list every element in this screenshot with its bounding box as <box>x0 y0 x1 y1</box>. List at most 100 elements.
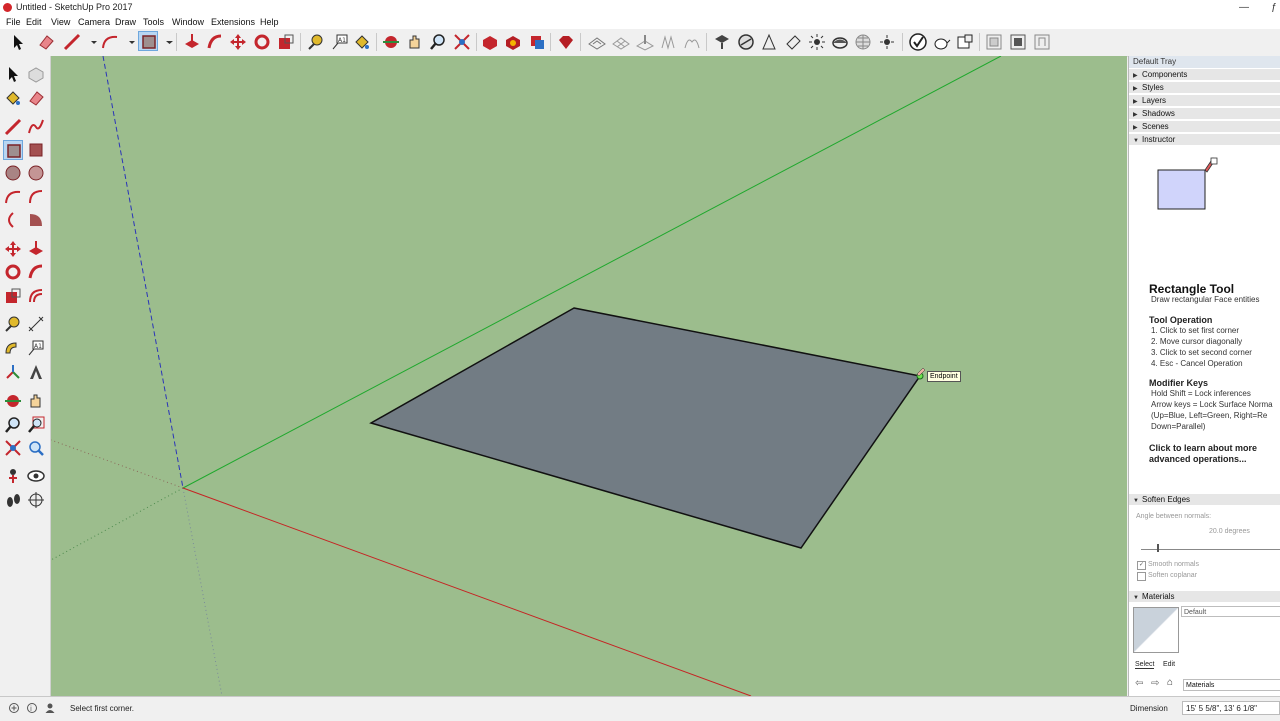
pan-icon[interactable] <box>26 391 46 411</box>
shadows-icon[interactable] <box>830 32 850 52</box>
user-icon[interactable] <box>44 702 56 714</box>
teapot-icon[interactable] <box>931 32 951 52</box>
forward-arrow-icon[interactable]: ⇨ <box>1151 678 1159 689</box>
intersect-icon[interactable] <box>1008 32 1028 52</box>
push-pull-icon[interactable] <box>182 32 202 52</box>
panel-instructor[interactable]: ▼ Instructor <box>1129 134 1280 146</box>
rotate-icon[interactable] <box>3 262 23 282</box>
display-section-planes-icon[interactable] <box>783 32 803 52</box>
tape-measure-icon[interactable] <box>306 32 326 52</box>
offset-icon[interactable] <box>26 286 46 306</box>
arc-icon[interactable] <box>3 187 23 207</box>
dropdown-arrow-icon[interactable] <box>160 32 173 52</box>
rotated-rectangle-icon[interactable] <box>26 140 46 160</box>
panel-styles[interactable]: ▶ Styles <box>1129 82 1280 94</box>
select-icon[interactable] <box>3 64 23 84</box>
menu-window[interactable]: Window <box>172 17 204 27</box>
extension-warehouse-icon[interactable] <box>503 32 523 52</box>
line-icon[interactable] <box>3 117 23 137</box>
drawing-viewport[interactable]: Endpoint <box>51 56 1127 696</box>
section-plane-icon[interactable] <box>26 490 46 510</box>
circle-icon[interactable] <box>3 163 23 183</box>
2-point-arc-icon[interactable] <box>26 187 46 207</box>
orbit-icon[interactable] <box>3 391 23 411</box>
orbit-icon[interactable] <box>381 32 401 52</box>
panel-materials[interactable]: ▼ Materials <box>1129 591 1280 603</box>
follow-me-icon[interactable] <box>26 262 46 282</box>
tab-select[interactable]: Select <box>1135 661 1155 669</box>
menu-help[interactable]: Help <box>260 17 279 27</box>
advanced-operations-link[interactable]: Click to learn about more advanced opera… <box>1149 443 1279 465</box>
scale-icon[interactable] <box>276 32 296 52</box>
look-around-icon[interactable] <box>26 466 46 486</box>
smoove-icon[interactable] <box>635 32 655 52</box>
arc-icon[interactable] <box>100 32 120 52</box>
3d-text-icon[interactable] <box>26 362 46 382</box>
walk-icon[interactable] <box>3 490 23 510</box>
axes-icon[interactable] <box>3 362 23 382</box>
select-icon[interactable] <box>8 32 28 52</box>
text-icon[interactable]: A1 <box>330 32 350 52</box>
menu-view[interactable]: View <box>51 17 70 27</box>
panel-soften-edges[interactable]: ▼ Soften Edges <box>1129 494 1280 506</box>
fog-icon[interactable] <box>853 32 873 52</box>
polygon-icon[interactable] <box>26 163 46 183</box>
outer-shell-icon[interactable] <box>984 32 1004 52</box>
3d-warehouse-icon[interactable] <box>480 32 500 52</box>
angle-slider-track[interactable] <box>1141 549 1280 550</box>
dropdown-arrow-icon[interactable] <box>84 32 97 52</box>
drape-icon[interactable] <box>682 32 702 52</box>
protractor-icon[interactable] <box>3 338 23 358</box>
scale-icon[interactable] <box>3 286 23 306</box>
panel-components[interactable]: ▶ Components <box>1129 69 1280 81</box>
material-name-field[interactable]: Default <box>1181 606 1280 617</box>
rectangle-icon[interactable] <box>138 31 158 51</box>
eraser-icon[interactable] <box>36 32 56 52</box>
menu-tools[interactable]: Tools <box>143 17 164 27</box>
move-icon[interactable] <box>3 239 23 259</box>
sandbox-from-contours-icon[interactable] <box>587 32 607 52</box>
dimension-icon[interactable] <box>26 314 46 334</box>
move-icon[interactable] <box>228 32 248 52</box>
material-swatch[interactable] <box>1133 607 1179 653</box>
geo-location-icon[interactable] <box>8 702 20 714</box>
previous-view-icon[interactable] <box>26 438 46 458</box>
section-plane-icon[interactable] <box>759 32 779 52</box>
home-icon[interactable]: ⌂ <box>1167 677 1173 688</box>
menu-file[interactable]: File <box>6 17 21 27</box>
tab-edit[interactable]: Edit <box>1163 661 1175 668</box>
position-camera-icon[interactable] <box>3 466 23 486</box>
eraser-icon[interactable] <box>26 88 46 108</box>
push-pull-icon[interactable] <box>26 239 46 259</box>
back-arrow-icon[interactable]: ⇦ <box>1135 678 1143 689</box>
ruby-console-icon[interactable] <box>556 32 576 52</box>
follow-me-icon[interactable] <box>205 32 225 52</box>
zoom-extents-icon[interactable] <box>452 32 472 52</box>
measurements-box[interactable]: 15' 5 5/8", 13' 6 1/8" <box>1182 701 1280 715</box>
pan-icon[interactable] <box>405 32 425 52</box>
add-location-icon[interactable] <box>712 32 732 52</box>
restore-button[interactable]: ƒ <box>1262 0 1280 16</box>
material-library-select[interactable]: Materials <box>1183 679 1280 691</box>
menu-edit[interactable]: Edit <box>26 17 42 27</box>
solid-inspector-icon[interactable] <box>908 32 928 52</box>
union-icon[interactable] <box>1032 32 1052 52</box>
make-component-icon[interactable] <box>26 64 46 84</box>
rotate-icon[interactable] <box>252 32 272 52</box>
paint-bucket-icon[interactable] <box>352 32 372 52</box>
rectangle-icon[interactable] <box>3 140 23 160</box>
zoom-icon[interactable] <box>3 415 23 435</box>
display-section-cuts-icon[interactable] <box>807 32 827 52</box>
minimize-button[interactable]: — <box>1232 0 1256 16</box>
stamp-icon[interactable] <box>658 32 678 52</box>
tape-measure-icon[interactable] <box>3 314 23 334</box>
layout-icon[interactable] <box>527 32 547 52</box>
zoom-window-icon[interactable] <box>26 415 46 435</box>
pie-icon[interactable] <box>26 210 46 230</box>
angle-slider-thumb[interactable] <box>1157 544 1159 552</box>
panel-layers[interactable]: ▶ Layers <box>1129 95 1280 107</box>
line-icon[interactable] <box>62 32 82 52</box>
toggle-terrain-icon[interactable] <box>736 32 756 52</box>
dropdown-arrow-icon[interactable] <box>122 32 135 52</box>
match-photo-icon[interactable] <box>877 32 897 52</box>
